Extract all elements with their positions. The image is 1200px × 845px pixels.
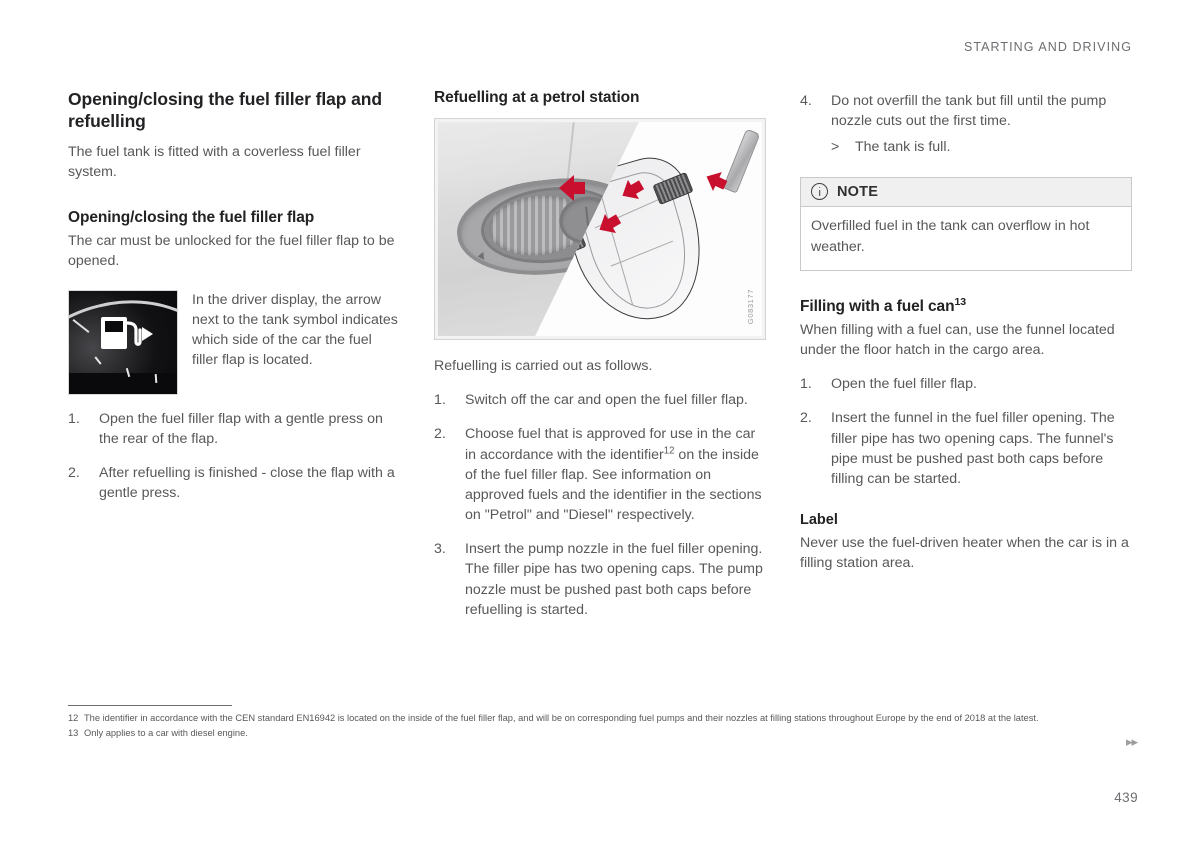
label-body: Never use the fuel-driven heater when th… <box>800 534 1129 572</box>
page-columns: Opening/closing the fuel filler flap and… <box>68 88 1132 620</box>
column-middle: Refuelling at a petrol station G083177 R… <box>434 88 766 620</box>
step-number: 1. <box>800 376 812 393</box>
step-result: > The tank is full. <box>831 137 1132 157</box>
refuelling-steps: 1. Switch off the car and open the fuel … <box>434 390 766 620</box>
step-text: After refuelling is finished - close the… <box>99 464 395 502</box>
footnote-number: 13 <box>68 727 79 738</box>
illustration-code: G083177 <box>746 289 755 325</box>
note-title: NOTE <box>837 183 879 200</box>
step-number: 3. <box>434 541 446 558</box>
step-text: Do not overfill the tank but fill until … <box>831 93 1107 130</box>
list-item: 1. Open the fuel filler flap. <box>800 374 1132 394</box>
footnote-12: 12 The identifier in accordance with the… <box>68 712 1132 725</box>
result-text: The tank is full. <box>855 139 951 156</box>
step-number: 2. <box>800 410 812 427</box>
refuelling-steps-continued: 4. Do not overfill the tank but fill unt… <box>800 91 1132 157</box>
footnote-ref-12: 12 <box>663 444 675 456</box>
refuelling-lead-paragraph: Refuelling is carried out as follows. <box>434 358 653 375</box>
illustration-canvas: G083177 <box>438 122 762 337</box>
footnotes-block: 12 The identifier in accordance with the… <box>68 705 1132 741</box>
list-item: 2. Insert the funnel in the fuel filler … <box>800 408 1132 489</box>
column-left: Opening/closing the fuel filler flap and… <box>68 88 400 620</box>
subsection-title-fuel-can: Filling with a fuel can13 <box>800 295 1132 317</box>
opening-closing-steps: 1. Open the fuel filler flap with a gent… <box>68 409 400 504</box>
step-text: Insert the funnel in the fuel filler ope… <box>831 410 1115 487</box>
footnote-ref-13: 13 <box>954 295 966 308</box>
list-item: 1. Switch off the car and open the fuel … <box>434 390 766 410</box>
footnote-text: Only applies to a car with diesel engine… <box>84 727 248 738</box>
list-item: 2. Choose fuel that is approved for use … <box>434 424 766 525</box>
column-right: 4. Do not overfill the tank but fill unt… <box>800 88 1132 620</box>
driver-display-figure: In the driver display, the arrow next to… <box>68 289 400 395</box>
step-number: 1. <box>434 392 446 409</box>
refuelling-illustration: G083177 <box>434 118 766 341</box>
fuel-can-steps: 1. Open the fuel filler flap. 2. Insert … <box>800 374 1132 489</box>
footnote-rule <box>68 705 232 707</box>
page-title: Opening/closing the fuel filler flap and… <box>68 89 382 132</box>
list-item: 2. After refuelling is finished - close … <box>68 463 400 503</box>
page-number: 439 <box>1114 790 1138 805</box>
step-text: Open the fuel filler flap. <box>831 376 977 393</box>
step-number: 4. <box>800 93 812 109</box>
step-text: Insert the pump nozzle in the fuel fille… <box>465 541 763 618</box>
step-number: 2. <box>434 426 446 443</box>
subsection-title-label: Label <box>800 512 838 529</box>
step-text: Switch off the car and open the fuel fil… <box>465 392 748 409</box>
step-number: 2. <box>68 464 80 481</box>
note-header: NOTE <box>801 178 1131 208</box>
fuel-pump-icon <box>99 313 155 358</box>
result-marker: > <box>831 139 840 156</box>
list-item: 1. Open the fuel filler flap with a gent… <box>68 409 400 449</box>
running-header: STARTING AND DRIVING <box>963 40 1132 54</box>
footnote-number: 12 <box>68 713 79 724</box>
flap-marker <box>477 252 485 261</box>
next-page-arrows-icon[interactable]: ▸▸ <box>1126 734 1138 750</box>
intro-paragraph: The fuel tank is fitted with a coverless… <box>68 143 361 180</box>
driver-display-image <box>68 289 178 395</box>
list-item: 4. Do not overfill the tank but fill unt… <box>800 91 1132 157</box>
subsection-title-opening-closing: Opening/closing the fuel filler flap <box>68 209 315 227</box>
driver-display-caption: In the driver display, the arrow next to… <box>192 291 398 369</box>
step-text: Open the fuel filler flap with a gentle … <box>99 410 383 447</box>
list-item: 3. Insert the pump nozzle in the fuel fi… <box>434 539 766 620</box>
info-icon <box>811 183 828 201</box>
subsection-intro-paragraph: The car must be unlocked for the fuel fi… <box>68 233 395 270</box>
note-box: NOTE Overfilled fuel in the tank can ove… <box>800 177 1132 271</box>
note-body: Overfilled fuel in the tank can overflow… <box>811 218 1090 255</box>
footnote-13: 13 Only applies to a car with diesel eng… <box>68 727 1132 740</box>
fuel-can-intro: When filling with a fuel can, use the fu… <box>800 321 1115 359</box>
footnote-text: The identifier in accordance with the CE… <box>84 713 1039 724</box>
step-number: 1. <box>68 410 80 427</box>
fuel-can-title-text: Filling with a fuel can <box>800 297 955 315</box>
subsection-title-refuelling: Refuelling at a petrol station <box>434 89 640 106</box>
